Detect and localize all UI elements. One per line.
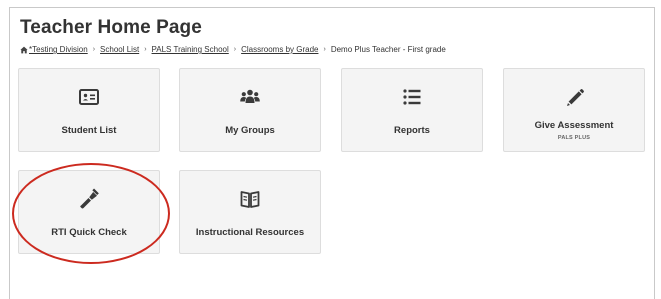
list-icon [403,89,421,105]
page-title: Teacher Home Page [20,17,202,38]
tile-sublabel: PALS PLUS [557,135,591,141]
home-icon[interactable] [20,46,28,54]
breadcrumb-school-list[interactable]: School List [100,45,139,54]
pencil-icon [567,89,584,106]
breadcrumb-separator: › [233,46,237,53]
give-assessment-tile[interactable]: Give Assessment PALS PLUS [503,68,645,152]
my-groups-tile[interactable]: My Groups [179,68,321,152]
tile-label: Student List [61,125,117,136]
breadcrumb-current: Demo Plus Teacher - First grade [330,45,446,54]
breadcrumb-separator: › [144,46,147,53]
tile-label: Reports [394,125,430,136]
reports-tile[interactable]: Reports [341,68,483,152]
page-frame: Teacher Home Page *Testing Division › Sc… [9,7,655,299]
tile-label: Give Assessment [534,120,614,131]
breadcrumb-separator: › [323,46,326,53]
flashlight-icon [80,188,99,209]
breadcrumb-separator: › [92,46,96,53]
tile-label: My Groups [225,125,275,136]
breadcrumb-testing-division[interactable]: *Testing Division [29,45,88,54]
rti-quick-check-tile[interactable]: RTI Quick Check [18,170,160,254]
student-list-tile[interactable]: Student List [18,68,160,152]
breadcrumb-pals-training-school[interactable]: PALS Training School [152,45,229,54]
instructional-resources-tile[interactable]: Instructional Resources [179,170,321,254]
tile-label: RTI Quick Check [51,227,127,238]
book-icon [240,191,260,208]
tile-label: Instructional Resources [195,227,305,238]
breadcrumb-classrooms-by-grade[interactable]: Classrooms by Grade [241,45,318,54]
breadcrumb: *Testing Division › School List › PALS T… [20,45,446,54]
id-card-icon [79,89,99,105]
users-icon [240,89,260,103]
